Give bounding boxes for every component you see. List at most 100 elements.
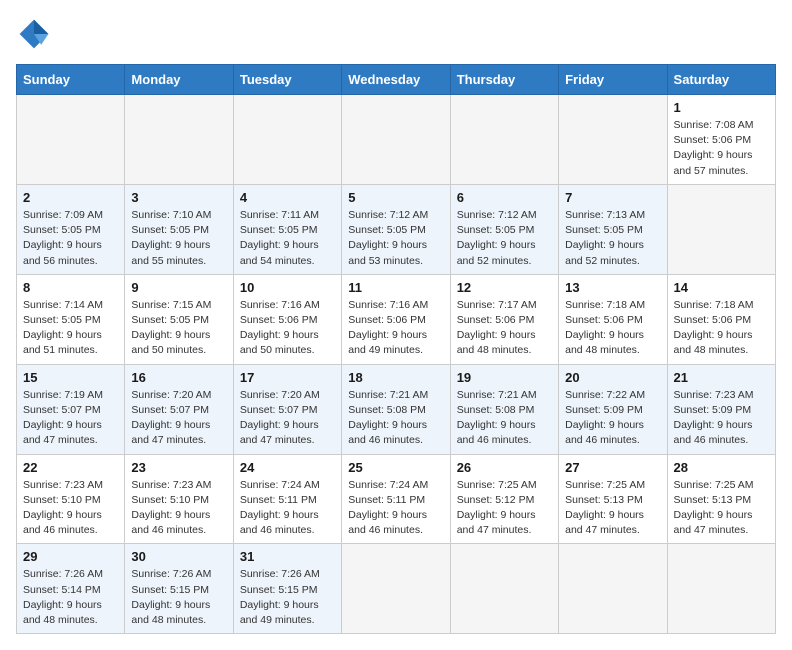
day-info: Sunrise: 7:18 AMSunset: 5:06 PMDaylight:… — [674, 298, 769, 359]
calendar-week: 2 Sunrise: 7:09 AMSunset: 5:05 PMDaylight… — [17, 184, 776, 274]
weekday-header: Thursday — [450, 65, 558, 95]
day-number: 23 — [131, 460, 226, 475]
day-info: Sunrise: 7:19 AMSunset: 5:07 PMDaylight:… — [23, 388, 118, 449]
day-number: 19 — [457, 370, 552, 385]
day-info: Sunrise: 7:12 AMSunset: 5:05 PMDaylight:… — [348, 208, 443, 269]
day-info: Sunrise: 7:23 AMSunset: 5:10 PMDaylight:… — [131, 478, 226, 539]
day-number: 5 — [348, 190, 443, 205]
calendar-cell: 14 Sunrise: 7:18 AMSunset: 5:06 PMDayligh… — [667, 274, 775, 364]
day-info: Sunrise: 7:23 AMSunset: 5:09 PMDaylight:… — [674, 388, 769, 449]
day-number: 28 — [674, 460, 769, 475]
calendar-cell: 13 Sunrise: 7:18 AMSunset: 5:06 PMDayligh… — [559, 274, 667, 364]
calendar-cell: 7Sunrise: 7:13 AMSunset: 5:05 PMDaylight… — [559, 184, 667, 274]
day-number: 3 — [131, 190, 226, 205]
day-info: Sunrise: 7:26 AMSunset: 5:14 PMDaylight:… — [23, 567, 118, 628]
calendar-cell: 9 Sunrise: 7:15 AMSunset: 5:05 PMDaylight… — [125, 274, 233, 364]
day-info: Sunrise: 7:17 AMSunset: 5:06 PMDaylight:… — [457, 298, 552, 359]
calendar-cell: 15 Sunrise: 7:19 AMSunset: 5:07 PMDayligh… — [17, 364, 125, 454]
calendar-cell: 22 Sunrise: 7:23 AMSunset: 5:10 PMDayligh… — [17, 454, 125, 544]
weekday-header: Sunday — [17, 65, 125, 95]
day-number: 21 — [674, 370, 769, 385]
calendar-cell: 25 Sunrise: 7:24 AMSunset: 5:11 PMDayligh… — [342, 454, 450, 544]
calendar-cell: 5 Sunrise: 7:12 AMSunset: 5:05 PMDaylight… — [342, 184, 450, 274]
calendar-cell: 28 Sunrise: 7:25 AMSunset: 5:13 PMDayligh… — [667, 454, 775, 544]
day-info: Sunrise: 7:11 AMSunset: 5:05 PMDaylight:… — [240, 208, 335, 269]
day-info: Sunrise: 7:26 AMSunset: 5:15 PMDaylight:… — [240, 567, 335, 628]
day-number: 31 — [240, 549, 335, 564]
calendar-cell: 31 Sunrise: 7:26 AMSunset: 5:15 PMDayligh… — [233, 544, 341, 634]
calendar-cell: 16 Sunrise: 7:20 AMSunset: 5:07 PMDayligh… — [125, 364, 233, 454]
day-info: Sunrise: 7:08 AMSunset: 5:06 PMDaylight:… — [674, 118, 769, 179]
calendar-cell: 23 Sunrise: 7:23 AMSunset: 5:10 PMDayligh… — [125, 454, 233, 544]
day-info: Sunrise: 7:26 AMSunset: 5:15 PMDaylight:… — [131, 567, 226, 628]
calendar-cell: 8Sunrise: 7:14 AMSunset: 5:05 PMDaylight… — [17, 274, 125, 364]
calendar-week: 29 Sunrise: 7:26 AMSunset: 5:14 PMDayligh… — [17, 544, 776, 634]
calendar-cell — [233, 95, 341, 185]
weekday-header: Friday — [559, 65, 667, 95]
day-number: 30 — [131, 549, 226, 564]
day-info: Sunrise: 7:09 AMSunset: 5:05 PMDaylight:… — [23, 208, 118, 269]
calendar-cell: 20Sunrise: 7:22 AMSunset: 5:09 PMDayligh… — [559, 364, 667, 454]
day-info: Sunrise: 7:16 AMSunset: 5:06 PMDaylight:… — [348, 298, 443, 359]
calendar-week: 15 Sunrise: 7:19 AMSunset: 5:07 PMDayligh… — [17, 364, 776, 454]
calendar-cell: 4 Sunrise: 7:11 AMSunset: 5:05 PMDaylight… — [233, 184, 341, 274]
day-info: Sunrise: 7:20 AMSunset: 5:07 PMDaylight:… — [131, 388, 226, 449]
day-number: 12 — [457, 280, 552, 295]
calendar-cell: 24 Sunrise: 7:24 AMSunset: 5:11 PMDayligh… — [233, 454, 341, 544]
day-number: 18 — [348, 370, 443, 385]
day-number: 2 — [23, 190, 118, 205]
calendar-cell: 18 Sunrise: 7:21 AMSunset: 5:08 PMDayligh… — [342, 364, 450, 454]
day-info: Sunrise: 7:10 AMSunset: 5:05 PMDaylight:… — [131, 208, 226, 269]
day-number: 26 — [457, 460, 552, 475]
day-number: 4 — [240, 190, 335, 205]
calendar-cell: 1Sunrise: 7:08 AMSunset: 5:06 PMDaylight… — [667, 95, 775, 185]
day-number: 13 — [565, 280, 660, 295]
day-info: Sunrise: 7:24 AMSunset: 5:11 PMDaylight:… — [240, 478, 335, 539]
day-number: 11 — [348, 280, 443, 295]
day-info: Sunrise: 7:16 AMSunset: 5:06 PMDaylight:… — [240, 298, 335, 359]
calendar-cell — [559, 544, 667, 634]
calendar-cell — [450, 544, 558, 634]
day-number: 27 — [565, 460, 660, 475]
weekday-header: Wednesday — [342, 65, 450, 95]
calendar-cell: 11 Sunrise: 7:16 AMSunset: 5:06 PMDayligh… — [342, 274, 450, 364]
day-info: Sunrise: 7:18 AMSunset: 5:06 PMDaylight:… — [565, 298, 660, 359]
calendar-cell: 2 Sunrise: 7:09 AMSunset: 5:05 PMDaylight… — [17, 184, 125, 274]
day-info: Sunrise: 7:15 AMSunset: 5:05 PMDaylight:… — [131, 298, 226, 359]
calendar-week: 22 Sunrise: 7:23 AMSunset: 5:10 PMDayligh… — [17, 454, 776, 544]
calendar-cell: 26Sunrise: 7:25 AMSunset: 5:12 PMDayligh… — [450, 454, 558, 544]
page-header — [16, 16, 776, 52]
day-info: Sunrise: 7:24 AMSunset: 5:11 PMDaylight:… — [348, 478, 443, 539]
day-number: 25 — [348, 460, 443, 475]
day-info: Sunrise: 7:22 AMSunset: 5:09 PMDaylight:… — [565, 388, 660, 449]
weekday-header: Saturday — [667, 65, 775, 95]
calendar-cell — [667, 184, 775, 274]
day-number: 16 — [131, 370, 226, 385]
day-number: 6 — [457, 190, 552, 205]
calendar-cell: 27 Sunrise: 7:25 AMSunset: 5:13 PMDayligh… — [559, 454, 667, 544]
logo — [16, 16, 58, 52]
calendar-cell: 12 Sunrise: 7:17 AMSunset: 5:06 PMDayligh… — [450, 274, 558, 364]
calendar-cell — [450, 95, 558, 185]
calendar-cell — [342, 544, 450, 634]
weekday-header: Monday — [125, 65, 233, 95]
day-number: 8 — [23, 280, 118, 295]
calendar-cell: 10Sunrise: 7:16 AMSunset: 5:06 PMDayligh… — [233, 274, 341, 364]
day-info: Sunrise: 7:25 AMSunset: 5:13 PMDaylight:… — [674, 478, 769, 539]
day-number: 15 — [23, 370, 118, 385]
calendar-week: 1Sunrise: 7:08 AMSunset: 5:06 PMDaylight… — [17, 95, 776, 185]
day-number: 29 — [23, 549, 118, 564]
day-number: 14 — [674, 280, 769, 295]
day-info: Sunrise: 7:25 AMSunset: 5:13 PMDaylight:… — [565, 478, 660, 539]
day-info: Sunrise: 7:20 AMSunset: 5:07 PMDaylight:… — [240, 388, 335, 449]
calendar-cell: 3 Sunrise: 7:10 AMSunset: 5:05 PMDaylight… — [125, 184, 233, 274]
day-number: 24 — [240, 460, 335, 475]
day-info: Sunrise: 7:23 AMSunset: 5:10 PMDaylight:… — [23, 478, 118, 539]
calendar-cell — [17, 95, 125, 185]
day-number: 9 — [131, 280, 226, 295]
weekday-header: Tuesday — [233, 65, 341, 95]
calendar-cell: 19Sunrise: 7:21 AMSunset: 5:08 PMDayligh… — [450, 364, 558, 454]
day-number: 22 — [23, 460, 118, 475]
day-info: Sunrise: 7:21 AMSunset: 5:08 PMDaylight:… — [348, 388, 443, 449]
calendar-cell: 29 Sunrise: 7:26 AMSunset: 5:14 PMDayligh… — [17, 544, 125, 634]
